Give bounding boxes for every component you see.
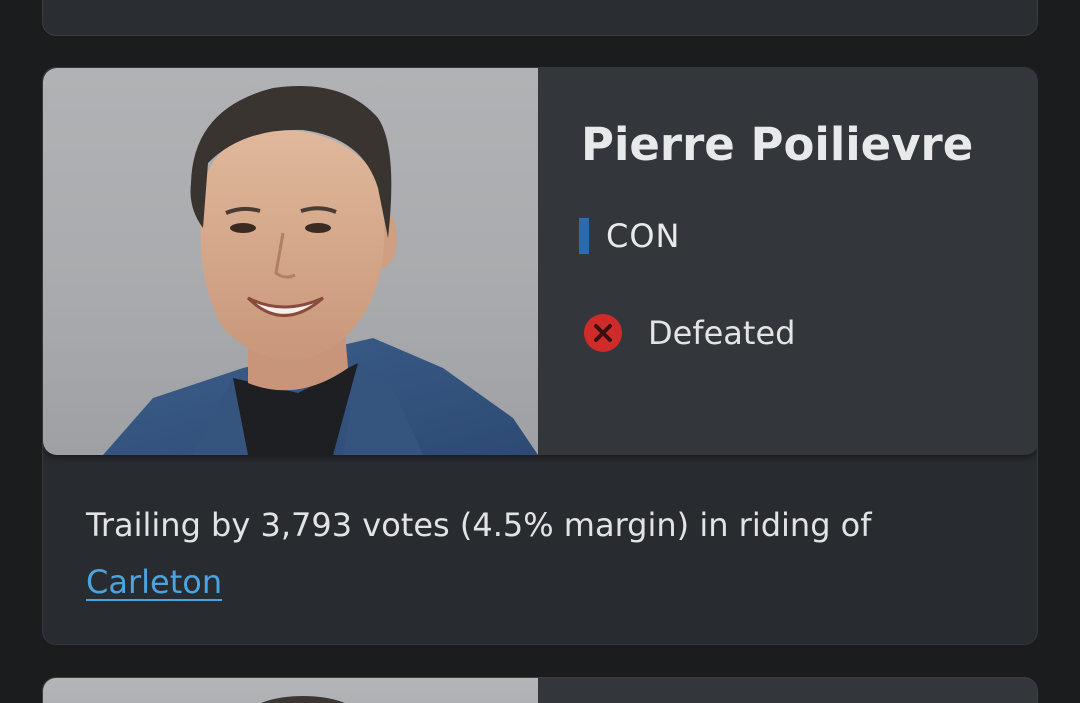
- riding-link[interactable]: Carleton: [86, 563, 222, 601]
- x-circle-icon: [584, 314, 622, 352]
- party-indicator: CON: [579, 217, 680, 255]
- next-candidate-card[interactable]: [42, 677, 1038, 703]
- next-candidate-hair: [248, 696, 358, 703]
- result-status: Defeated: [583, 313, 795, 353]
- candidate-name: Pierre Poilievre: [581, 118, 974, 171]
- summary-text: Trailing by 3,793 votes (4.5% margin) in…: [86, 506, 872, 544]
- party-color-bar: [579, 218, 589, 254]
- result-summary: Trailing by 3,793 votes (4.5% margin) in…: [86, 497, 986, 611]
- candidate-photo: [43, 68, 538, 455]
- next-candidate-photo: [43, 678, 538, 703]
- status-label: Defeated: [648, 314, 796, 352]
- previous-candidate-card[interactable]: [42, 0, 1038, 36]
- results-page: Pierre Poilievre CON Defeated Trailing b…: [0, 0, 1080, 703]
- party-label: CON: [606, 217, 681, 255]
